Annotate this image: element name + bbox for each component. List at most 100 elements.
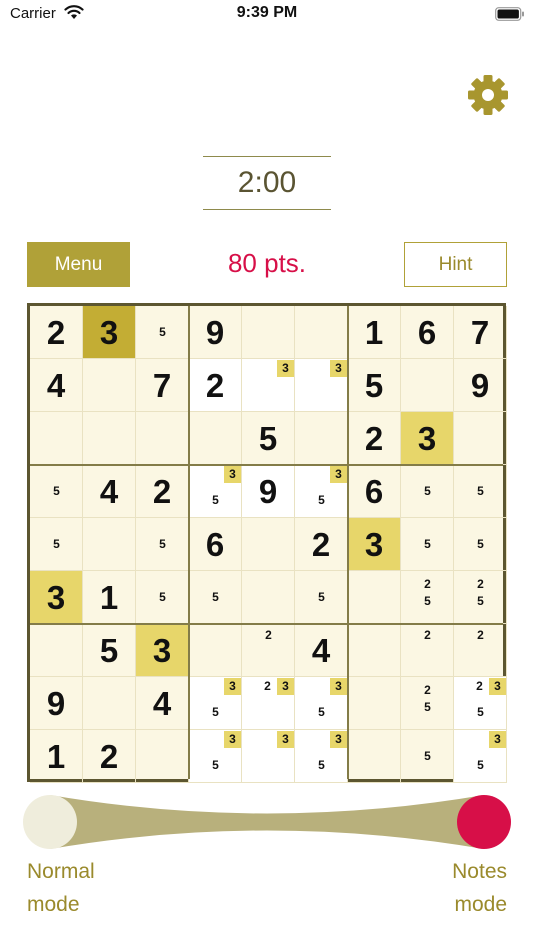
board-cell[interactable]: 35 [189,730,242,783]
board-cell[interactable] [30,624,83,677]
board-cell[interactable]: 5 [348,359,401,412]
cell-note: 5 [212,493,219,507]
board-cell[interactable] [348,624,401,677]
board-cell[interactable]: 25 [401,571,454,624]
hint-button[interactable]: Hint [404,242,507,287]
cell-note: 5 [424,700,431,714]
board-cell[interactable] [83,518,136,571]
board-cell[interactable]: 5 [189,571,242,624]
board-cell[interactable]: 5 [83,624,136,677]
board-cell[interactable]: 5 [136,571,189,624]
board-cell[interactable]: 2 [136,465,189,518]
board-cell[interactable]: 4 [30,359,83,412]
board-cell[interactable]: 35 [454,730,507,783]
board-cell[interactable]: 1 [30,730,83,783]
board-cell[interactable]: 6 [401,306,454,359]
board-cell[interactable]: 35 [189,677,242,730]
board-cell[interactable]: 3 [242,359,295,412]
board-cell[interactable]: 2 [454,624,507,677]
normal-mode-label[interactable]: Normal mode [27,855,95,921]
board-cell[interactable]: 5 [30,518,83,571]
board-cell[interactable] [189,412,242,465]
board-cell[interactable]: 3 [401,412,454,465]
board-cell[interactable] [348,571,401,624]
board-cell[interactable]: 5 [295,571,348,624]
board-cell[interactable] [136,412,189,465]
board-cell[interactable]: 7 [454,306,507,359]
board-cell[interactable]: 2 [189,359,242,412]
board-cell[interactable]: 2 [30,306,83,359]
board-cell[interactable]: 5 [30,465,83,518]
gear-icon[interactable] [467,74,509,116]
board-cell[interactable]: 7 [136,359,189,412]
board-cell[interactable]: 5 [454,465,507,518]
board-cell[interactable]: 1 [348,306,401,359]
board-cell[interactable]: 2 [401,624,454,677]
board-cell[interactable]: 35 [295,465,348,518]
board-cell[interactable]: 6 [348,465,401,518]
board-cell[interactable]: 5 [136,518,189,571]
cell-digit: 1 [364,314,384,351]
board-cell[interactable] [242,306,295,359]
board-cell[interactable]: 5 [401,518,454,571]
board-cell[interactable]: 2 [295,518,348,571]
board-cell[interactable] [30,412,83,465]
cell-note: 3 [330,466,347,483]
board-cell[interactable] [454,412,507,465]
board-cell[interactable]: 25 [454,571,507,624]
notes-mode-label[interactable]: Notes mode [418,855,507,921]
board-cell[interactable]: 2 [242,624,295,677]
cell-digit: 2 [205,367,225,404]
board-cell[interactable]: 3 [83,306,136,359]
board-cell[interactable]: 3 [136,624,189,677]
board-cell[interactable]: 23 [242,677,295,730]
board-cell[interactable]: 35 [189,465,242,518]
board-cell[interactable]: 9 [454,359,507,412]
board-cell[interactable]: 2 [348,412,401,465]
board-cell[interactable]: 235 [454,677,507,730]
cell-digit: 2 [311,526,331,563]
board-cell[interactable] [295,306,348,359]
board-cell[interactable]: 6 [189,518,242,571]
board-cell[interactable] [348,677,401,730]
board-cell[interactable]: 4 [83,465,136,518]
cell-note: 5 [477,705,484,719]
cell-note: 2 [265,628,272,642]
cell-digit: 4 [46,367,66,404]
board-cell[interactable]: 9 [189,306,242,359]
board-cell[interactable] [348,730,401,783]
board-cell[interactable]: 35 [295,730,348,783]
board-cell[interactable] [401,359,454,412]
board-cell[interactable] [136,730,189,783]
board-cell[interactable]: 2 [83,730,136,783]
cell-digit: 6 [417,314,437,351]
board-cell[interactable] [189,624,242,677]
board-cell[interactable]: 5 [242,412,295,465]
board-cell[interactable]: 5 [401,730,454,783]
board-cell[interactable]: 35 [295,677,348,730]
menu-button[interactable]: Menu [27,242,130,287]
board-cell[interactable]: 1 [83,571,136,624]
cell-note: 5 [424,537,431,551]
board-cell[interactable]: 25 [401,677,454,730]
board-cell[interactable]: 5 [454,518,507,571]
board-cell[interactable]: 4 [295,624,348,677]
board-cell[interactable]: 3 [295,359,348,412]
board-cell[interactable]: 3 [348,518,401,571]
board-cell[interactable]: 3 [30,571,83,624]
board-cell[interactable] [295,412,348,465]
board-cell[interactable] [83,677,136,730]
board-cell[interactable]: 3 [242,730,295,783]
cell-digit: 3 [364,526,384,563]
board-cell[interactable] [83,412,136,465]
cell-note: 5 [477,537,484,551]
board-cell[interactable]: 9 [242,465,295,518]
board-cell[interactable] [83,359,136,412]
board-cell[interactable]: 4 [136,677,189,730]
board-cell[interactable]: 5 [136,306,189,359]
board-cell[interactable]: 9 [30,677,83,730]
board-cell[interactable] [242,571,295,624]
mode-toggle[interactable] [22,794,512,850]
board-cell[interactable]: 5 [401,465,454,518]
board-cell[interactable] [242,518,295,571]
